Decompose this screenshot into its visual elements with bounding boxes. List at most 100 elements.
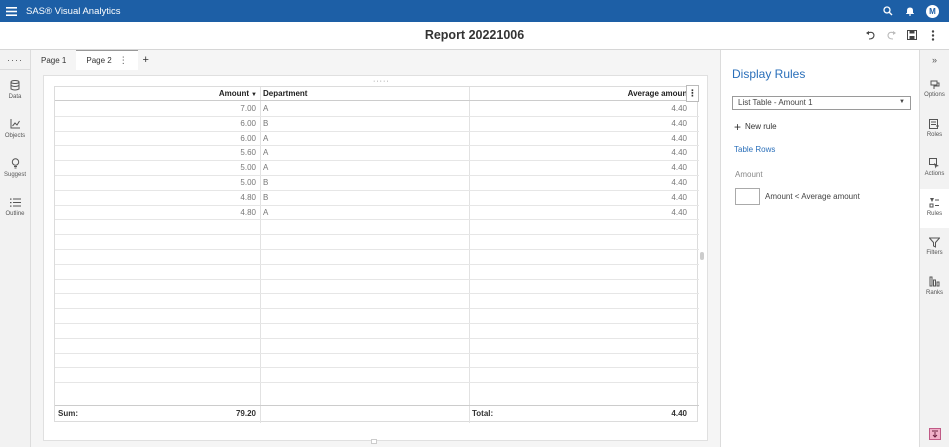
more-options-icon[interactable]	[927, 28, 939, 42]
paint-icon	[929, 78, 941, 90]
empty-row	[55, 265, 699, 280]
add-page-button[interactable]: +	[138, 50, 154, 70]
user-avatar[interactable]: M	[926, 4, 939, 18]
object-select-value: List Table - Amount 1	[738, 98, 813, 107]
cell-average: 4.40	[671, 163, 687, 173]
rail-item-label: Outline	[5, 211, 25, 217]
new-rule-button[interactable]: + New rule	[734, 121, 777, 133]
rule-color-swatch[interactable]	[735, 188, 760, 205]
table-rows-link[interactable]: Table Rows	[734, 145, 775, 154]
empty-row	[55, 368, 699, 384]
rail-item-label: Objects	[4, 133, 26, 139]
cell-average: 4.40	[671, 133, 687, 143]
app-title: SAS® Visual Analytics	[26, 5, 121, 17]
table-row[interactable]: 5.60 A 4.40	[55, 146, 699, 162]
hamburger-menu-icon[interactable]	[0, 0, 22, 22]
page-tabs: Page 1 Page 2 ⋮ +	[31, 50, 720, 70]
left-rail-collapse[interactable]: ····	[0, 50, 30, 70]
cell-department: A	[263, 133, 269, 143]
report-canvas: Page 1 Page 2 ⋮ + ····· Amount ▼ Departme…	[31, 50, 720, 447]
cell-department: A	[263, 207, 269, 217]
table-row[interactable]: 5.00 B 4.40	[55, 176, 699, 191]
empty-row	[55, 309, 699, 324]
actions-icon	[929, 157, 941, 169]
undo-icon[interactable]	[864, 28, 876, 42]
top-app-bar: SAS® Visual Analytics M	[0, 0, 949, 22]
rail-item-label: Rules	[926, 210, 943, 217]
cell-department: A	[263, 148, 269, 158]
chart-line-icon	[9, 118, 21, 130]
panel-resize-handle[interactable]	[700, 252, 704, 260]
rules-icon	[929, 197, 941, 209]
cell-department: B	[263, 118, 269, 128]
rail-item-actions[interactable]: Actions	[920, 149, 949, 189]
sum-value: 79.20	[235, 409, 256, 418]
right-rail: » Options Roles Actions Rules Filters Ra…	[919, 50, 949, 447]
panel-title: Display Rules	[732, 67, 806, 81]
table-footer: Sum: 79.20 Total: 4.40	[55, 405, 699, 421]
sort-descending-icon[interactable]: ▼	[251, 92, 257, 98]
object-select[interactable]: List Table - Amount 1 ▼	[732, 96, 911, 110]
table-row[interactable]: 6.00 B 4.40	[55, 117, 699, 132]
lightbulb-icon	[9, 157, 21, 169]
rail-item-outline[interactable]: Outline	[0, 196, 30, 226]
database-icon	[9, 79, 21, 91]
column-header-average-amount[interactable]: Average amount	[469, 89, 691, 98]
cell-amount: 5.00	[240, 177, 256, 187]
rail-item-label: Filters	[926, 250, 943, 256]
list-table[interactable]: Amount ▼ Department Average amount ⋮ 7.00…	[54, 85, 699, 423]
table-row[interactable]: 6.00 A 4.40	[55, 132, 699, 147]
rail-item-suggest[interactable]: Suggest	[0, 157, 30, 187]
table-row[interactable]: 7.00 A 4.40	[55, 102, 699, 117]
rail-item-label: Actions	[924, 171, 945, 177]
rule-section-heading: Amount	[735, 170, 763, 179]
cell-department: B	[263, 177, 269, 187]
tab-page-2[interactable]: Page 2 ⋮	[76, 50, 138, 70]
rail-item-roles[interactable]: Roles	[920, 110, 949, 150]
rail-item-data[interactable]: Data	[0, 79, 30, 109]
column-header-department[interactable]: Department	[260, 89, 469, 98]
ranks-icon	[929, 276, 941, 288]
empty-row	[55, 220, 699, 236]
chevron-down-icon: ▼	[899, 99, 905, 105]
empty-row	[55, 280, 699, 295]
empty-row	[55, 235, 699, 250]
search-icon[interactable]	[882, 5, 894, 17]
display-rule-item[interactable]: Amount < Average amount	[735, 188, 860, 205]
rail-item-objects[interactable]: Objects	[0, 118, 30, 148]
object-grip-handle[interactable]: ·····	[373, 78, 390, 85]
rail-item-filters[interactable]: Filters	[920, 228, 949, 268]
rail-item-ranks[interactable]: Ranks	[920, 268, 949, 308]
rule-text: Amount < Average amount	[765, 192, 860, 201]
tab-label: Page 2	[86, 56, 112, 65]
table-row[interactable]: 5.00 A 4.40	[55, 161, 699, 176]
tab-page-1[interactable]: Page 1	[31, 50, 76, 70]
table-row[interactable]: 4.80 A 4.40	[55, 206, 699, 221]
redo-icon[interactable]	[885, 28, 897, 42]
list-icon	[9, 196, 21, 208]
bell-icon[interactable]	[904, 5, 916, 17]
save-icon[interactable]	[906, 28, 918, 42]
column-header-amount[interactable]: Amount ▼	[55, 89, 260, 98]
pin-panel-icon[interactable]	[929, 428, 941, 440]
empty-row	[55, 354, 699, 369]
empty-row	[55, 294, 699, 310]
collapse-panel-button[interactable]: »	[920, 50, 949, 70]
empty-row	[55, 339, 699, 354]
cell-average: 4.40	[671, 148, 687, 158]
resize-handle[interactable]	[371, 439, 377, 444]
report-title: Report 20221006	[424, 28, 525, 42]
cell-average: 4.40	[671, 104, 687, 113]
report-header: Report 20221006	[0, 22, 949, 50]
empty-row	[55, 250, 699, 265]
cell-amount: 4.80	[240, 192, 256, 202]
tab-options-icon[interactable]: ⋮	[119, 55, 128, 66]
cell-amount: 6.00	[240, 118, 256, 128]
table-body: 7.00 A 4.40 6.00 B 4.40 6.00 A 4.40 5.60 A 4.40 …	[55, 102, 699, 384]
table-menu-icon[interactable]: ⋮	[686, 85, 699, 102]
table-row[interactable]: 4.80 B 4.40	[55, 191, 699, 206]
rail-item-options[interactable]: Options	[920, 70, 949, 110]
cell-amount: 5.00	[240, 163, 256, 173]
rail-item-rules[interactable]: Rules	[920, 188, 949, 228]
filter-icon	[929, 236, 941, 248]
